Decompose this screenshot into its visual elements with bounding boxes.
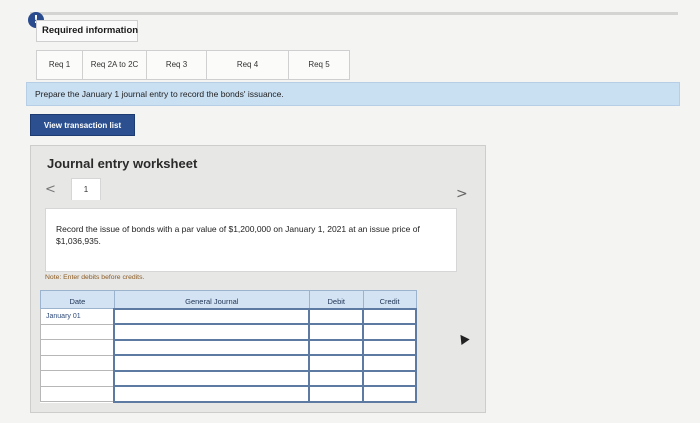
- required-information-label: Required information: [36, 20, 138, 42]
- transaction-description: Record the issue of bonds with a par val…: [45, 208, 457, 272]
- general-journal-input[interactable]: [113, 369, 311, 387]
- chevron-right-icon[interactable]: >: [456, 186, 468, 202]
- top-divider: [30, 12, 678, 15]
- tab-req-3[interactable]: Req 3: [147, 51, 207, 79]
- chevron-left-icon[interactable]: <: [45, 182, 56, 197]
- debit-input[interactable]: [308, 323, 365, 341]
- credit-input[interactable]: [362, 307, 417, 325]
- debit-input[interactable]: [308, 338, 365, 356]
- worksheet-title: Journal entry worksheet: [47, 156, 198, 171]
- general-journal-input[interactable]: [113, 354, 311, 372]
- tab-req-1[interactable]: Req 1: [37, 51, 83, 79]
- debits-before-credits-note: Note: Enter debits before credits.: [45, 274, 145, 281]
- debit-input[interactable]: [308, 385, 365, 403]
- general-journal-input[interactable]: [113, 323, 311, 341]
- date-cell: [40, 385, 115, 402]
- date-cell: [40, 323, 115, 340]
- date-cell: January 01: [40, 308, 115, 325]
- requirement-tabs: Req 1 Req 2A to 2C Req 3 Req 4 Req 5: [36, 50, 350, 80]
- table-row: January 01: [40, 307, 417, 325]
- table-row: [40, 354, 417, 372]
- tab-req-5[interactable]: Req 5: [289, 51, 349, 79]
- journal-entry-table: Date General Journal Debit Credit Januar…: [40, 290, 417, 403]
- column-header-date: Date: [40, 290, 115, 309]
- credit-input[interactable]: [362, 323, 417, 341]
- general-journal-input[interactable]: [113, 338, 311, 356]
- date-cell: [40, 339, 115, 356]
- credit-input[interactable]: [362, 354, 417, 372]
- worksheet-page-tab[interactable]: 1: [71, 178, 101, 200]
- tab-req-2a-to-2c[interactable]: Req 2A to 2C: [83, 51, 147, 79]
- general-journal-input[interactable]: [113, 385, 311, 403]
- date-cell: [40, 354, 115, 371]
- credit-input[interactable]: [362, 338, 417, 356]
- instruction-bar: Prepare the January 1 journal entry to r…: [26, 82, 680, 106]
- debit-input[interactable]: [308, 307, 365, 325]
- table-row: [40, 369, 417, 387]
- credit-input[interactable]: [362, 369, 417, 387]
- credit-input[interactable]: [362, 385, 417, 403]
- view-transaction-list-button[interactable]: View transaction list: [30, 114, 135, 136]
- column-header-debit: Debit: [308, 290, 364, 309]
- table-row: [40, 323, 417, 341]
- debit-input[interactable]: [308, 354, 365, 372]
- general-journal-input[interactable]: [113, 307, 311, 325]
- date-cell: [40, 370, 115, 387]
- debit-input[interactable]: [308, 369, 365, 387]
- table-row: [40, 338, 417, 356]
- table-row: [40, 385, 417, 403]
- column-header-general-journal: General Journal: [113, 290, 310, 309]
- column-header-credit: Credit: [362, 290, 417, 309]
- tab-req-4[interactable]: Req 4: [207, 51, 289, 79]
